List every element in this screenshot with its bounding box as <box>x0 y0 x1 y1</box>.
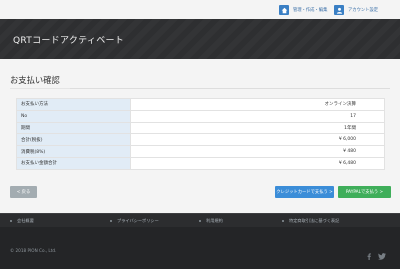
table-row: 消費税(8%) ¥ 480 <box>16 145 385 158</box>
nav-account-label: アカウント設定 <box>348 8 379 13</box>
table-row: お支払い方法 オンライン決算 <box>16 98 385 111</box>
table-row: 期間 1年間 <box>16 121 385 135</box>
row-value: ¥ 6,480 <box>130 156 385 170</box>
home-icon <box>279 5 289 15</box>
page-title: QRTコードアクティベート <box>13 36 125 46</box>
row-label: 期間 <box>16 121 131 135</box>
nav-manage-link[interactable]: 管理・作成・編集 <box>279 4 327 16</box>
row-value: ¥ 6,000 <box>130 133 385 147</box>
pay-paypal-button[interactable]: PAYPALで支払う > <box>338 186 391 198</box>
row-label: 消費税(8%) <box>16 145 131 158</box>
bullet-icon <box>110 220 112 222</box>
nav-account-link[interactable]: アカウント設定 <box>334 4 378 16</box>
footer-link-label: 会社概要 <box>17 218 34 223</box>
back-button[interactable]: < 戻る <box>10 186 37 198</box>
footer-link-company[interactable]: 会社概要 <box>10 218 34 224</box>
table-row: お支払い金額合計 ¥ 6,480 <box>16 156 385 170</box>
row-label: No <box>16 109 131 123</box>
footer-link-label: プライバシーポリシー <box>117 218 159 223</box>
nav-manage-label: 管理・作成・編集 <box>293 8 328 13</box>
row-value: 17 <box>130 109 385 123</box>
table-row: 合計(税抜) ¥ 6,000 <box>16 133 385 147</box>
page-header: QRTコードアクティベート <box>0 19 400 59</box>
facebook-icon[interactable] <box>366 245 372 264</box>
footer-link-commerce-law[interactable]: 特定商取引法に基づく表記 <box>282 218 339 224</box>
section-divider <box>10 88 390 89</box>
footer-links: 会社概要 プライバシーポリシー 利用規約 特定商取引法に基づく表記 <box>0 213 400 227</box>
table-row: No 17 <box>16 109 385 123</box>
footer-bottom: © 2018 PION Co., Ltd. <box>0 227 400 269</box>
footer-link-terms[interactable]: 利用規約 <box>199 218 223 224</box>
row-label: お支払い金額合計 <box>16 156 131 170</box>
section-title: お支払い確認 <box>10 75 60 85</box>
footer-link-label: 特定商取引法に基づく表記 <box>289 218 340 223</box>
twitter-icon[interactable] <box>378 245 386 264</box>
row-value: オンライン決算 <box>130 98 385 111</box>
row-label: お支払い方法 <box>16 98 131 111</box>
row-value: ¥ 480 <box>130 145 385 158</box>
payment-summary-table: お支払い方法 オンライン決算 No 17 期間 1年間 合計(税抜) ¥ 6,0… <box>16 98 385 170</box>
bullet-icon <box>10 220 12 222</box>
pay-credit-card-button[interactable]: クレジットカードで支払う > <box>275 186 334 198</box>
copyright-text: © 2018 PION Co., Ltd. <box>10 248 57 253</box>
row-value: 1年間 <box>130 121 385 135</box>
footer-link-label: 利用規約 <box>206 218 223 223</box>
top-bar: 管理・作成・編集 アカウント設定 <box>0 0 400 19</box>
bullet-icon <box>199 220 201 222</box>
bullet-icon <box>282 220 284 222</box>
footer-link-privacy[interactable]: プライバシーポリシー <box>110 218 159 224</box>
user-icon <box>334 5 344 15</box>
row-label: 合計(税抜) <box>16 133 131 147</box>
